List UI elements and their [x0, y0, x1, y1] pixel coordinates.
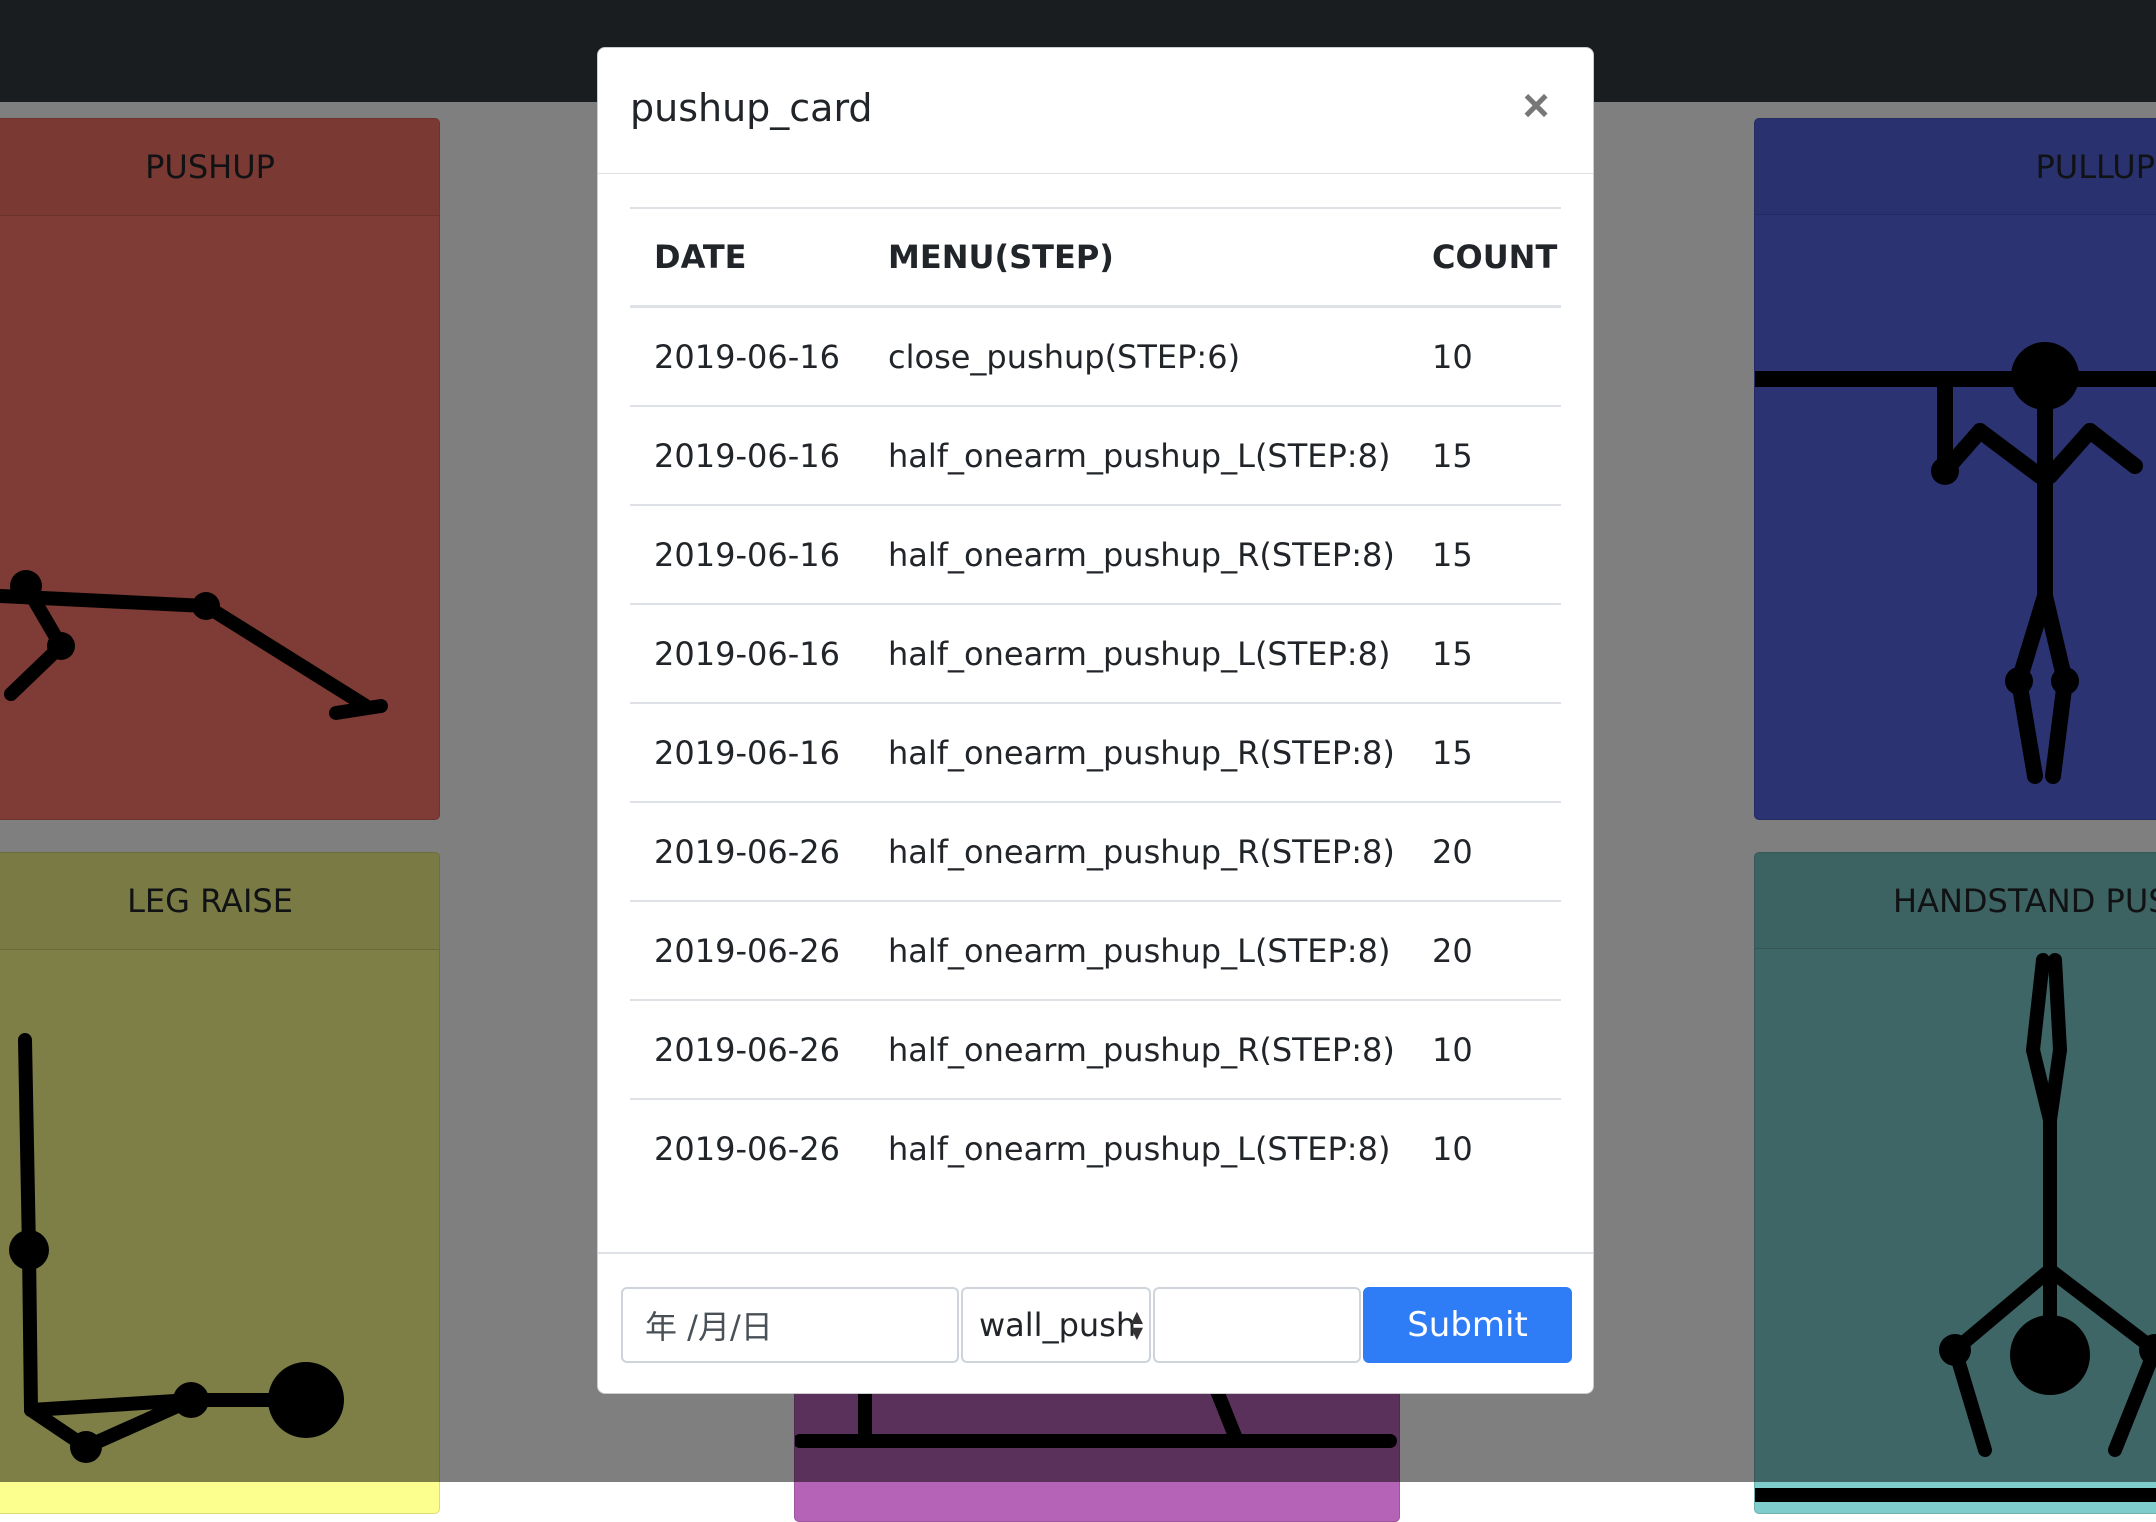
date-cell: 2019-06-26	[630, 901, 864, 1001]
menu-select[interactable]: wall_push ▲ ▼	[961, 1287, 1151, 1363]
close-button[interactable]: ×	[1509, 78, 1563, 132]
menu-cell: half_onearm_pushup_L(STEP:8)	[864, 604, 1408, 704]
menu-cell: half_onearm_pushup_L(STEP:8)	[864, 901, 1408, 1001]
menu-cell: half_onearm_pushup_R(STEP:8)	[864, 703, 1408, 803]
menu-cell: half_onearm_pushup_R(STEP:8)	[864, 505, 1408, 605]
date-cell: 2019-06-16	[630, 604, 864, 704]
date-cell: 2019-06-26	[630, 802, 864, 902]
date-cell: 2019-06-26	[654, 1129, 840, 1168]
date-cell: 2019-06-26	[630, 1000, 864, 1100]
menu-cell: close_pushup(STEP:6)	[864, 306, 1408, 407]
menu-cell: half_onearm_pushup_L(STEP:8)	[888, 1129, 1391, 1168]
select-updown-icon: ▲ ▼	[1130, 1307, 1143, 1342]
table-row: 2019-06-16 half_onearm_pushup_R(STEP:8) …	[630, 505, 1561, 605]
submit-button[interactable]: Submit	[1363, 1287, 1572, 1363]
count-cell: 15	[1408, 505, 1561, 605]
table-header-row: DATE MENU(STEP) COUNT	[630, 207, 1561, 308]
count-cell: 10	[1408, 306, 1561, 407]
close-icon: ×	[1522, 79, 1550, 131]
date-input-placeholder: 年 /月/日	[645, 1308, 773, 1346]
exercise-log-table: DATE MENU(STEP) COUNT 2019-06-16 close_p…	[630, 207, 1561, 1197]
table-row: 2019-06-26 half_onearm_pushup_R(STEP:8) …	[630, 802, 1561, 902]
table-row: 2019-06-26 half_onearm_pushup_L(STEP:8) …	[630, 1099, 1561, 1197]
table-row: 2019-06-16 half_onearm_pushup_L(STEP:8) …	[630, 406, 1561, 506]
modal-header: pushup_card ×	[598, 48, 1593, 174]
count-cell: 15	[1408, 406, 1561, 506]
menu-cell: half_onearm_pushup_L(STEP:8)	[864, 406, 1408, 506]
menu-column-header: MENU(STEP)	[864, 207, 1408, 308]
date-column-header: DATE	[630, 207, 864, 308]
count-input[interactable]	[1153, 1287, 1361, 1363]
count-cell: 10	[1408, 1000, 1561, 1100]
table-row: 2019-06-26 half_onearm_pushup_L(STEP:8) …	[630, 901, 1561, 1001]
modal-title: pushup_card	[630, 86, 873, 130]
count-cell: 10	[1432, 1129, 1473, 1168]
modal-footer: 年 /月/日 wall_push ▲ ▼ Submit	[598, 1252, 1593, 1393]
count-cell: 20	[1408, 802, 1561, 902]
exercise-log-modal: pushup_card × DATE MENU(STEP) COUNT 2019…	[597, 47, 1594, 1394]
table-row: 2019-06-16 half_onearm_pushup_R(STEP:8) …	[630, 703, 1561, 803]
count-column-header: COUNT	[1408, 207, 1561, 308]
table-row: 2019-06-16 half_onearm_pushup_L(STEP:8) …	[630, 604, 1561, 704]
menu-cell: half_onearm_pushup_R(STEP:8)	[864, 802, 1408, 902]
date-input[interactable]: 年 /月/日	[621, 1287, 959, 1363]
table-row: 2019-06-16 close_pushup(STEP:6) 10	[630, 306, 1561, 407]
count-cell: 15	[1408, 604, 1561, 704]
date-cell: 2019-06-16	[630, 505, 864, 605]
count-cell: 20	[1408, 901, 1561, 1001]
date-cell: 2019-06-16	[630, 306, 864, 407]
count-cell: 15	[1408, 703, 1561, 803]
menu-cell: half_onearm_pushup_R(STEP:8)	[864, 1000, 1408, 1100]
menu-select-value: wall_push	[979, 1306, 1137, 1344]
date-cell: 2019-06-16	[630, 406, 864, 506]
date-cell: 2019-06-16	[630, 703, 864, 803]
table-row: 2019-06-26 half_onearm_pushup_R(STEP:8) …	[630, 1000, 1561, 1100]
